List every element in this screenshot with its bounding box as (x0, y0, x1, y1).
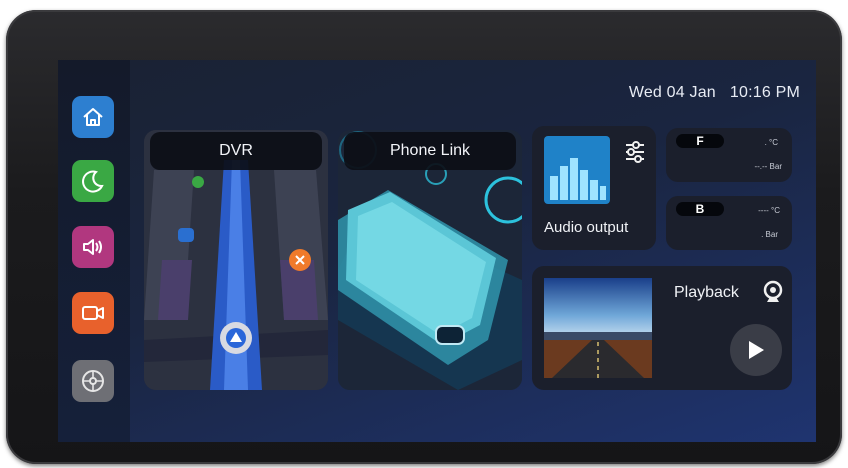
phone-link-card[interactable]: Phone Link (338, 130, 522, 390)
tire-front-temp: . °C (764, 138, 778, 147)
video-camera-icon (82, 306, 104, 320)
webcam-icon[interactable] (762, 280, 784, 304)
speaker-icon (83, 239, 102, 255)
equalizer-sliders-icon[interactable] (624, 140, 646, 164)
play-icon (749, 341, 764, 359)
time-text: 10:16 PM (729, 84, 800, 101)
screen: Wed 04 Jan 10:16 PM DVR Phone Link Audio… (58, 60, 816, 442)
dvr-title: DVR (150, 132, 322, 170)
settings-wheel-icon (82, 370, 104, 392)
tire-back-card: B ---- °C . Bar (666, 196, 792, 250)
sidebar-item-camera[interactable] (72, 292, 114, 334)
phone-link-title: Phone Link (344, 132, 516, 170)
playback-card[interactable]: Playback (532, 266, 792, 390)
date-text: Wed 04 Jan (628, 84, 716, 101)
sidebar-item-home[interactable] (72, 96, 114, 138)
tire-front-pressure: --.-- Bar (754, 162, 782, 171)
sidebar-item-settings[interactable] (72, 360, 114, 402)
sidebar-item-sound[interactable] (72, 226, 114, 268)
play-button[interactable] (730, 324, 782, 376)
tire-back-pressure: . Bar (761, 230, 778, 239)
tire-front-card: F . °C --.-- Bar (666, 128, 792, 182)
dvr-card[interactable]: DVR (144, 130, 328, 390)
home-icon (83, 108, 103, 126)
status-datetime: Wed 04 Jan 10:16 PM (615, 84, 800, 102)
sidebar-item-night-mode[interactable] (72, 160, 114, 202)
moon-icon (82, 170, 104, 193)
audio-equalizer-graphic (544, 136, 610, 204)
tire-back-temp: ---- °C (758, 206, 780, 215)
device-bezel: Wed 04 Jan 10:16 PM DVR Phone Link Audio… (6, 10, 842, 464)
playback-thumbnail (544, 278, 652, 378)
playback-label: Playback (674, 284, 739, 301)
tire-front-label: F (676, 134, 724, 148)
sidebar (58, 60, 130, 442)
audio-output-label: Audio output (544, 219, 629, 236)
audio-output-card[interactable]: Audio output (532, 126, 656, 250)
tire-back-label: B (676, 202, 724, 216)
